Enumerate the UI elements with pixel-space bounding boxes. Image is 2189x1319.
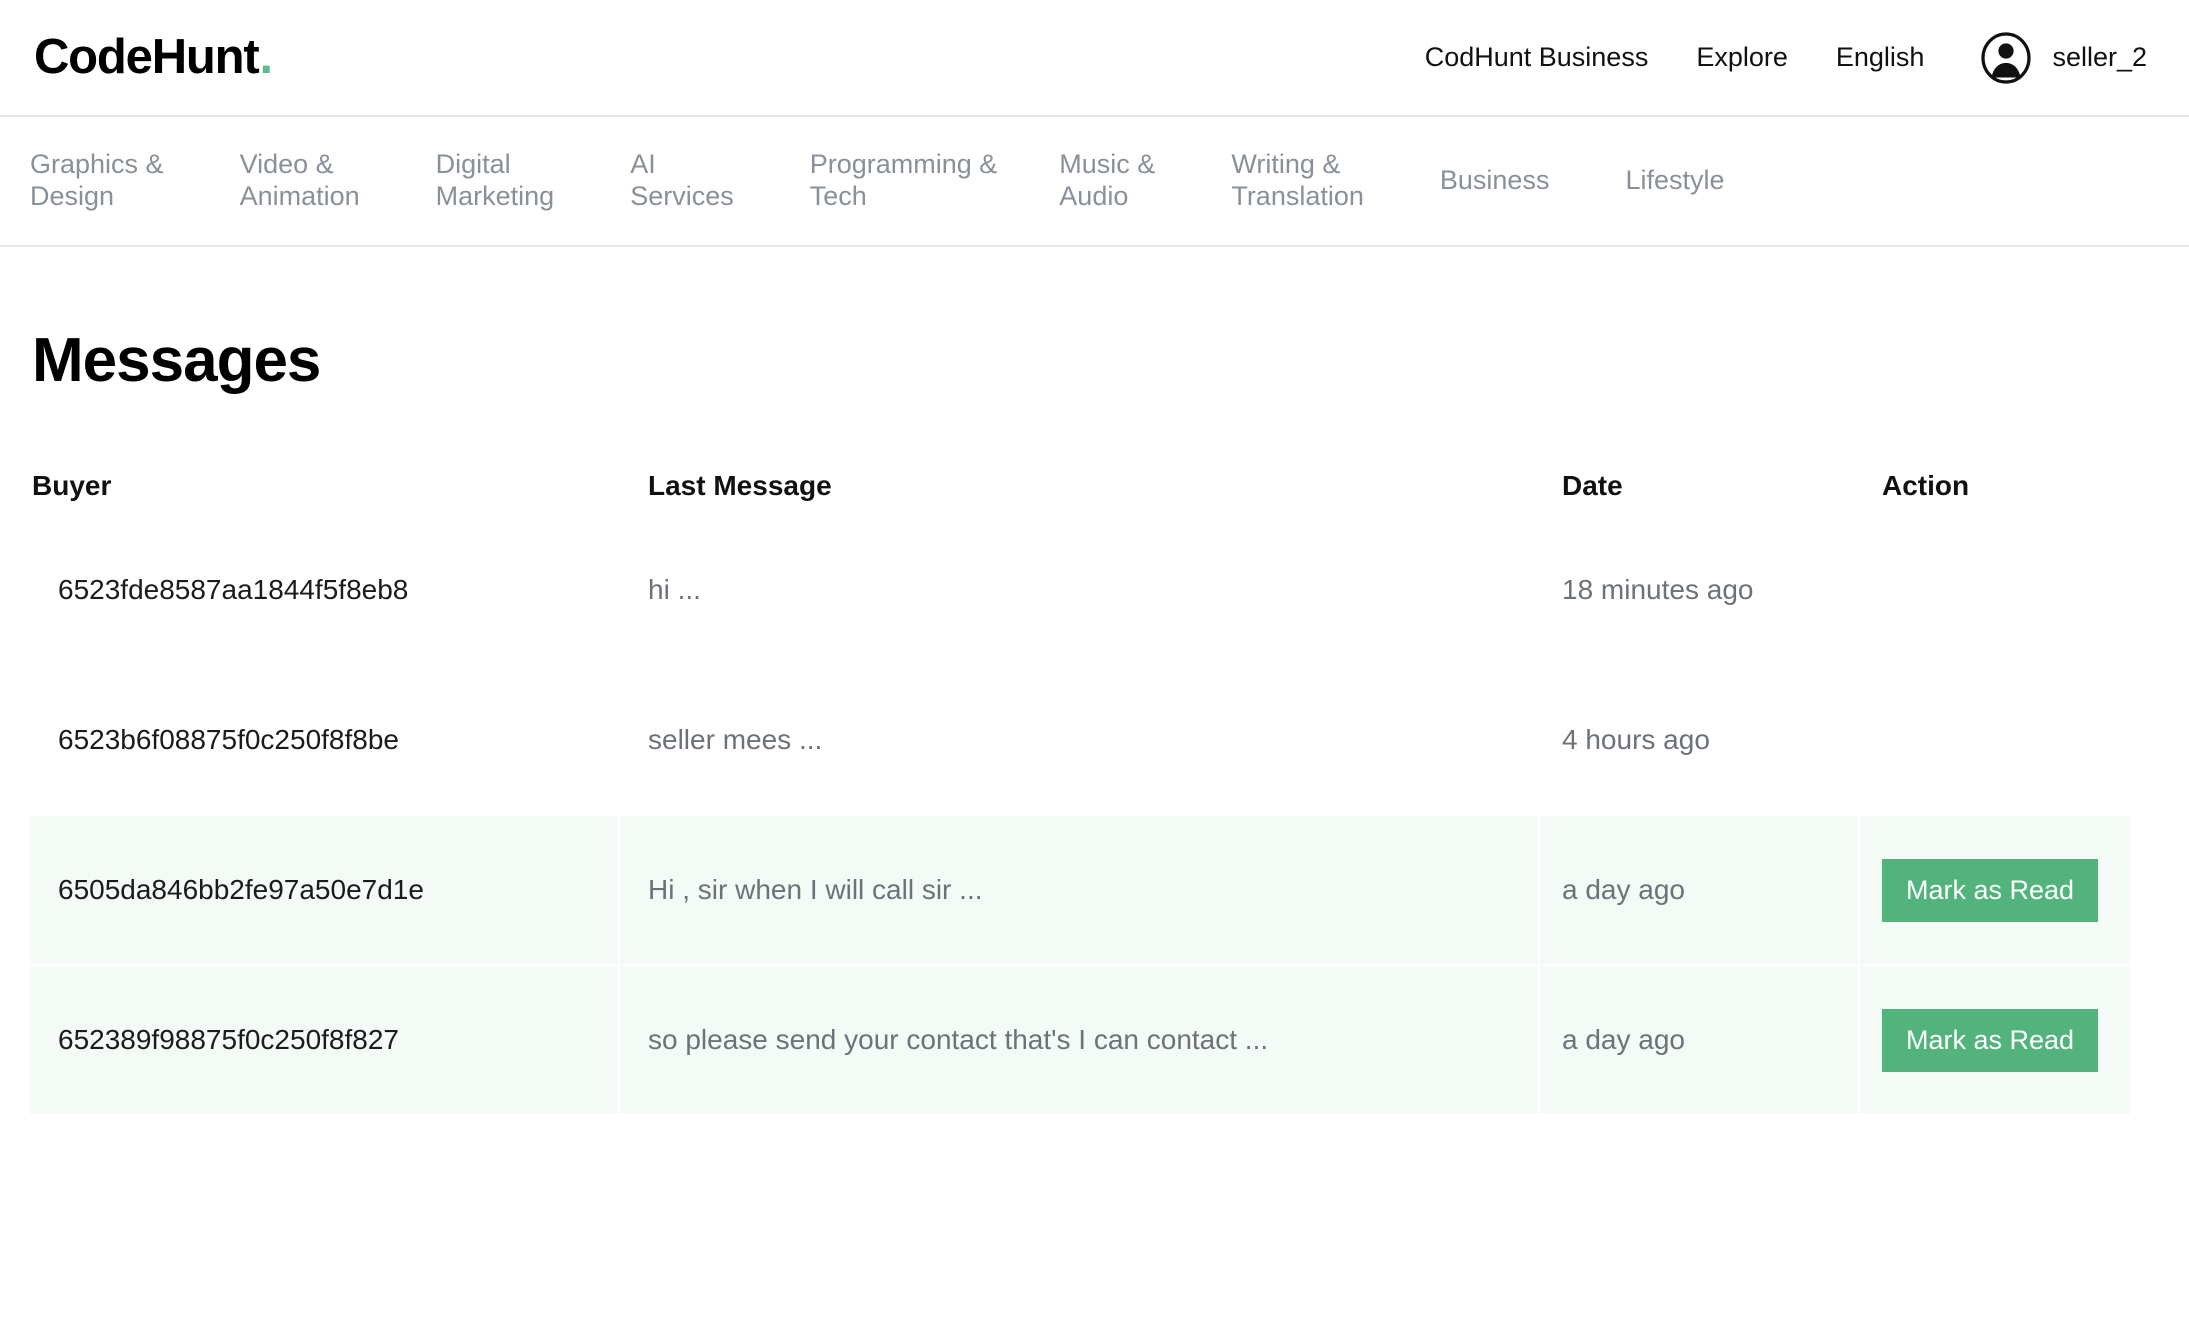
top-header: CodeHunt. CodHunt Business Explore Engli… (0, 0, 2189, 117)
cell-action (1860, 516, 2130, 666)
page-title: Messages (32, 326, 321, 395)
brand-logo[interactable]: CodeHunt. (34, 30, 273, 84)
messages-table: Buyer Last Message Date Action 6523fde85… (30, 456, 2130, 1116)
user-menu[interactable]: seller_2 (1948, 31, 2155, 84)
brand-dot: . (259, 30, 273, 84)
cell-date: 4 hours ago (1540, 666, 1860, 816)
category-music-audio[interactable]: Music & Audio (1059, 149, 1155, 213)
cell-buyer: 6523b6f08875f0c250f8f8be (30, 666, 620, 816)
category-lifestyle[interactable]: Lifestyle (1625, 165, 1724, 197)
username-label: seller_2 (2052, 42, 2147, 72)
cell-action (1860, 666, 2130, 816)
main-content: Messages Buyer Last Message Date Action … (0, 325, 2189, 1116)
category-business[interactable]: Business (1440, 165, 1550, 197)
category-digital-marketing[interactable]: Digital Marketing (436, 149, 555, 213)
category-writing-translation[interactable]: Writing & Translation (1231, 149, 1364, 213)
cell-buyer: 6505da846bb2fe97a50e7d1e (30, 816, 620, 966)
cell-last-message: so please send your contact that's I can… (620, 966, 1540, 1116)
header-nav: CodHunt Business Explore English seller_… (1401, 31, 2155, 84)
cell-action: Mark as Read (1860, 966, 2130, 1116)
cell-date: a day ago (1540, 966, 1860, 1116)
user-avatar-icon (1981, 31, 2032, 84)
column-header-date: Date (1562, 470, 1623, 501)
cell-buyer: 6523fde8587aa1844f5f8eb8 (30, 516, 620, 666)
header-link-business[interactable]: CodHunt Business (1401, 42, 1673, 73)
table-row[interactable]: 6505da846bb2fe97a50e7d1e Hi , sir when I… (30, 816, 2130, 966)
table-row[interactable]: 6523fde8587aa1844f5f8eb8 hi ... 18 minut… (30, 516, 2130, 666)
cell-last-message: seller mees ... (620, 666, 1540, 816)
brand-name: CodeHunt (34, 30, 260, 84)
table-row[interactable]: 652389f98875f0c250f8f827 so please send … (30, 966, 2130, 1116)
cell-date: 18 minutes ago (1540, 516, 1860, 666)
column-header-last-message: Last Message (648, 470, 832, 501)
header-link-language[interactable]: English (1812, 42, 1949, 73)
category-video-animation[interactable]: Video & Animation (240, 149, 360, 213)
header-link-explore[interactable]: Explore (1672, 42, 1812, 73)
cell-last-message: Hi , sir when I will call sir ... (620, 816, 1540, 966)
table-header-row: Buyer Last Message Date Action (30, 456, 2130, 516)
category-programming-tech[interactable]: Programming & Tech (810, 149, 998, 213)
cell-last-message: hi ... (620, 516, 1540, 666)
cell-date: a day ago (1540, 816, 1860, 966)
column-header-buyer: Buyer (32, 470, 112, 501)
cell-action: Mark as Read (1860, 816, 2130, 966)
cell-buyer: 652389f98875f0c250f8f827 (30, 966, 620, 1116)
column-header-action: Action (1882, 470, 1970, 501)
mark-as-read-button[interactable]: Mark as Read (1882, 858, 2099, 922)
mark-as-read-button[interactable]: Mark as Read (1882, 1008, 2099, 1072)
category-ai-services[interactable]: AI Services (630, 149, 734, 213)
messages-table-body: 6523fde8587aa1844f5f8eb8 hi ... 18 minut… (30, 516, 2130, 1116)
table-row[interactable]: 6523b6f08875f0c250f8f8be seller mees ...… (30, 666, 2130, 816)
category-nav: Graphics & Design Video & Animation Digi… (0, 117, 2189, 247)
messages-table-head: Buyer Last Message Date Action (30, 456, 2130, 516)
category-graphics-design[interactable]: Graphics & Design (30, 149, 164, 213)
